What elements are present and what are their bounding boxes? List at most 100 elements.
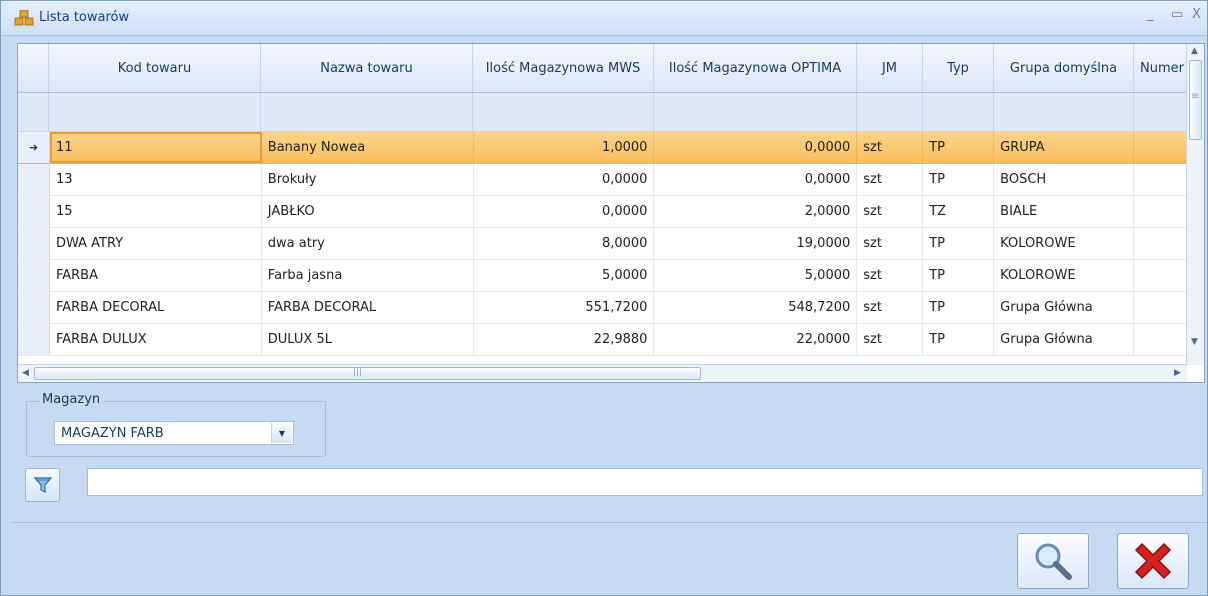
cell-optima[interactable]: 548,7200 xyxy=(654,292,858,323)
cell-kod[interactable]: FARBA DULUX xyxy=(50,324,262,355)
scroll-left-arrow-icon[interactable]: ◀ xyxy=(22,368,29,378)
cell-typ[interactable]: TP xyxy=(923,164,995,195)
cell-nazwa[interactable]: dwa atry xyxy=(262,228,474,259)
cell-kod[interactable]: FARBA xyxy=(50,260,262,291)
auto-filter-row[interactable] xyxy=(18,93,1187,132)
cell-jm[interactable]: szt xyxy=(857,196,924,227)
cell-mws[interactable]: 22,9880 xyxy=(474,324,655,355)
header-jm[interactable]: JM xyxy=(857,44,923,92)
cell-jm[interactable]: szt xyxy=(857,324,924,355)
cell-grupa[interactable]: Grupa Główna xyxy=(994,324,1135,355)
cell-grupa[interactable]: Grupa Główna xyxy=(994,292,1135,323)
cell-numer[interactable] xyxy=(1134,196,1188,227)
filter-cell-grupa[interactable] xyxy=(994,93,1134,131)
filter-cell-kod[interactable] xyxy=(49,93,261,131)
cancel-button[interactable] xyxy=(1117,533,1189,589)
scroll-right-arrow-icon[interactable]: ▶ xyxy=(1174,368,1181,378)
filter-cell-numer[interactable] xyxy=(1134,93,1187,131)
chevron-down-icon[interactable]: ▼ xyxy=(271,423,292,443)
cell-numer[interactable] xyxy=(1134,132,1188,163)
cell-optima[interactable]: 0,0000 xyxy=(654,132,858,163)
cell-optima[interactable]: 2,0000 xyxy=(654,196,858,227)
header-grupa-domyslna[interactable]: Grupa domyślna xyxy=(994,44,1134,92)
cell-optima[interactable]: 0,0000 xyxy=(654,164,858,195)
horizontal-scroll-thumb[interactable]: ||| xyxy=(34,367,701,380)
filter-cell-jm[interactable] xyxy=(857,93,923,131)
cell-typ[interactable]: TP xyxy=(923,260,995,291)
cell-numer[interactable] xyxy=(1134,260,1188,291)
cell-nazwa[interactable]: FARBA DECORAL xyxy=(262,292,474,323)
cell-grupa[interactable]: KOLOROWE xyxy=(994,260,1135,291)
filter-cell-typ[interactable] xyxy=(923,93,994,131)
vertical-scroll-thumb[interactable]: ≡ xyxy=(1189,60,1202,140)
cell-jm[interactable]: szt xyxy=(857,228,924,259)
maximize-button[interactable]: ▭ xyxy=(1171,7,1183,22)
table-row[interactable]: FARBA DULUX DULUX 5L 22,9880 22,0000 szt… xyxy=(18,324,1188,356)
cell-mws[interactable]: 0,0000 xyxy=(474,164,655,195)
horizontal-scrollbar[interactable]: ◀ ||| ▶ xyxy=(18,364,1187,382)
cell-kod[interactable]: FARBA DECORAL xyxy=(50,292,262,323)
cell-nazwa[interactable]: Farba jasna xyxy=(262,260,474,291)
cell-jm[interactable]: szt xyxy=(857,292,924,323)
cell-kod[interactable]: DWA ATRY xyxy=(50,228,262,259)
search-button[interactable] xyxy=(1017,533,1089,589)
cell-typ[interactable]: TP xyxy=(923,132,995,163)
cell-nazwa[interactable]: JABŁKO xyxy=(262,196,474,227)
cell-jm[interactable]: szt xyxy=(857,132,924,163)
cell-typ[interactable]: TP xyxy=(923,292,995,323)
cell-mws[interactable]: 5,0000 xyxy=(474,260,655,291)
cell-nazwa[interactable]: DULUX 5L xyxy=(262,324,474,355)
cell-typ[interactable]: TP xyxy=(923,228,995,259)
scroll-up-arrow-icon[interactable]: ▲ xyxy=(1191,46,1198,56)
cell-grupa[interactable]: KOLOROWE xyxy=(994,228,1135,259)
filter-cell-optima[interactable] xyxy=(654,93,857,131)
cell-kod[interactable]: 13 xyxy=(50,164,262,195)
cell-mws[interactable]: 1,0000 xyxy=(474,132,655,163)
table-row[interactable]: 13 Brokuły 0,0000 0,0000 szt TP BOSCH xyxy=(18,164,1188,196)
minimize-button[interactable]: _ xyxy=(1147,7,1154,22)
cell-typ[interactable]: TP xyxy=(923,324,995,355)
cell-jm[interactable]: szt xyxy=(857,164,924,195)
cell-typ[interactable]: TZ xyxy=(923,196,995,227)
table-row[interactable]: FARBA Farba jasna 5,0000 5,0000 szt TP K… xyxy=(18,260,1188,292)
filter-cell-nazwa[interactable] xyxy=(261,93,473,131)
cell-kod[interactable]: 11 xyxy=(49,132,262,163)
vertical-scrollbar[interactable]: ▲ ≡ ▼ xyxy=(1186,44,1204,365)
cell-optima[interactable]: 22,0000 xyxy=(654,324,858,355)
filter-cell-mws[interactable] xyxy=(473,93,654,131)
cell-grupa[interactable]: GRUPA xyxy=(994,132,1135,163)
table-row-selected[interactable]: ➜ 11 Banany Nowea 1,0000 0,0000 szt TP G… xyxy=(18,132,1188,164)
table-row[interactable]: FARBA DECORAL FARBA DECORAL 551,7200 548… xyxy=(18,292,1188,324)
header-nazwa-towaru[interactable]: Nazwa towaru xyxy=(261,44,473,92)
magazyn-select[interactable]: MAGAZYN FARB ▼ xyxy=(54,421,294,445)
table-row[interactable]: 15 JABŁKO 0,0000 2,0000 szt TZ BIALE xyxy=(18,196,1188,228)
close-button[interactable]: X xyxy=(1192,7,1201,22)
grid-header: Kod towaru Nazwa towaru Ilość Magazynowa… xyxy=(18,44,1187,93)
header-typ[interactable]: Typ xyxy=(923,44,994,92)
header-ilosc-mws[interactable]: Ilość Magazynowa MWS xyxy=(473,44,654,92)
cell-grupa[interactable]: BOSCH xyxy=(994,164,1135,195)
filter-button[interactable] xyxy=(25,468,60,502)
cell-nazwa[interactable]: Brokuły xyxy=(262,164,474,195)
header-ilosc-optima[interactable]: Ilość Magazynowa OPTIMA xyxy=(654,44,857,92)
cell-optima[interactable]: 5,0000 xyxy=(654,260,858,291)
cell-nazwa[interactable]: Banany Nowea xyxy=(262,132,474,163)
cell-mws[interactable]: 0,0000 xyxy=(474,196,655,227)
filter-input[interactable] xyxy=(87,468,1203,496)
header-kod-towaru[interactable]: Kod towaru xyxy=(49,44,261,92)
title-bar[interactable]: Lista towarów _ ▭ X xyxy=(1,1,1207,36)
cell-jm[interactable]: szt xyxy=(857,260,924,291)
window-title: Lista towarów xyxy=(39,10,130,25)
cell-numer[interactable] xyxy=(1134,292,1188,323)
cell-numer[interactable] xyxy=(1134,324,1188,355)
cell-optima[interactable]: 19,0000 xyxy=(654,228,858,259)
cell-mws[interactable]: 551,7200 xyxy=(474,292,655,323)
cell-kod[interactable]: 15 xyxy=(50,196,262,227)
cell-mws[interactable]: 8,0000 xyxy=(474,228,655,259)
header-numer[interactable]: Numer xyxy=(1134,44,1187,92)
cell-grupa[interactable]: BIALE xyxy=(994,196,1135,227)
cell-numer[interactable] xyxy=(1134,164,1188,195)
scroll-down-arrow-icon[interactable]: ▼ xyxy=(1191,337,1198,347)
table-row[interactable]: DWA ATRY dwa atry 8,0000 19,0000 szt TP … xyxy=(18,228,1188,260)
cell-numer[interactable] xyxy=(1134,228,1188,259)
